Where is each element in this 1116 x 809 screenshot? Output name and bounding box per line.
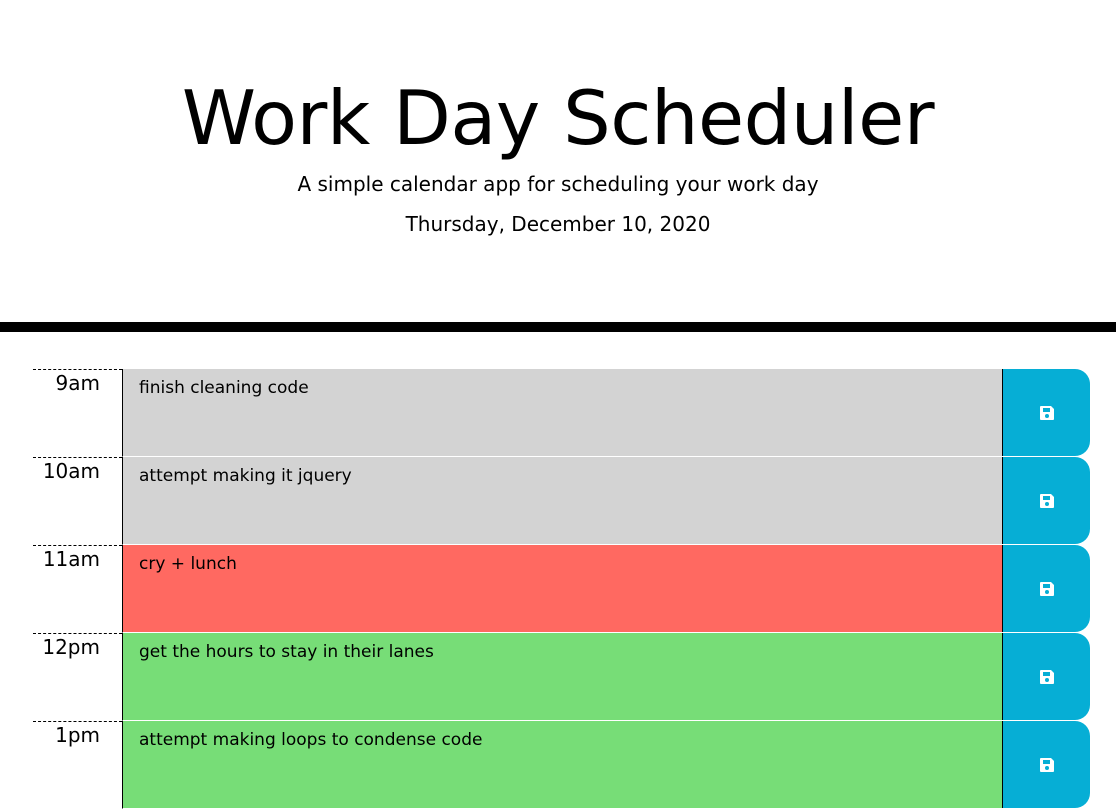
hour-label: 12pm: [33, 633, 122, 720]
event-textarea[interactable]: attempt making it jquery: [122, 457, 1002, 545]
event-textarea[interactable]: finish cleaning code: [122, 369, 1002, 457]
event-textarea[interactable]: attempt making loops to condense code: [122, 721, 1002, 809]
page-title: Work Day Scheduler: [181, 74, 935, 162]
event-textarea[interactable]: cry + lunch: [122, 545, 1002, 633]
floppy-disk-icon: [1039, 757, 1054, 772]
schedule: 9am finish cleaning code 10am attempt ma…: [33, 369, 1090, 809]
time-block-10am: 10am attempt making it jquery: [33, 457, 1090, 545]
hour-label: 1pm: [33, 721, 122, 808]
time-block-1pm: 1pm attempt making loops to condense cod…: [33, 721, 1090, 809]
current-date: Thursday, December 10, 2020: [405, 212, 711, 236]
save-button[interactable]: [1002, 545, 1090, 632]
header-divider: [0, 322, 1116, 332]
floppy-disk-icon: [1039, 581, 1054, 596]
floppy-disk-icon: [1039, 493, 1054, 508]
hour-label: 11am: [33, 545, 122, 632]
time-block-12pm: 12pm get the hours to stay in their lane…: [33, 633, 1090, 721]
event-textarea[interactable]: get the hours to stay in their lanes: [122, 633, 1002, 721]
save-button[interactable]: [1002, 457, 1090, 544]
hour-label: 10am: [33, 457, 122, 544]
hour-label: 9am: [33, 369, 122, 456]
floppy-disk-icon: [1039, 405, 1054, 420]
header: Work Day Scheduler A simple calendar app…: [0, 0, 1116, 322]
save-button[interactable]: [1002, 369, 1090, 456]
page-subtitle: A simple calendar app for scheduling you…: [297, 172, 819, 196]
time-block-11am: 11am cry + lunch: [33, 545, 1090, 633]
floppy-disk-icon: [1039, 669, 1054, 684]
time-block-9am: 9am finish cleaning code: [33, 369, 1090, 457]
save-button[interactable]: [1002, 721, 1090, 808]
save-button[interactable]: [1002, 633, 1090, 720]
